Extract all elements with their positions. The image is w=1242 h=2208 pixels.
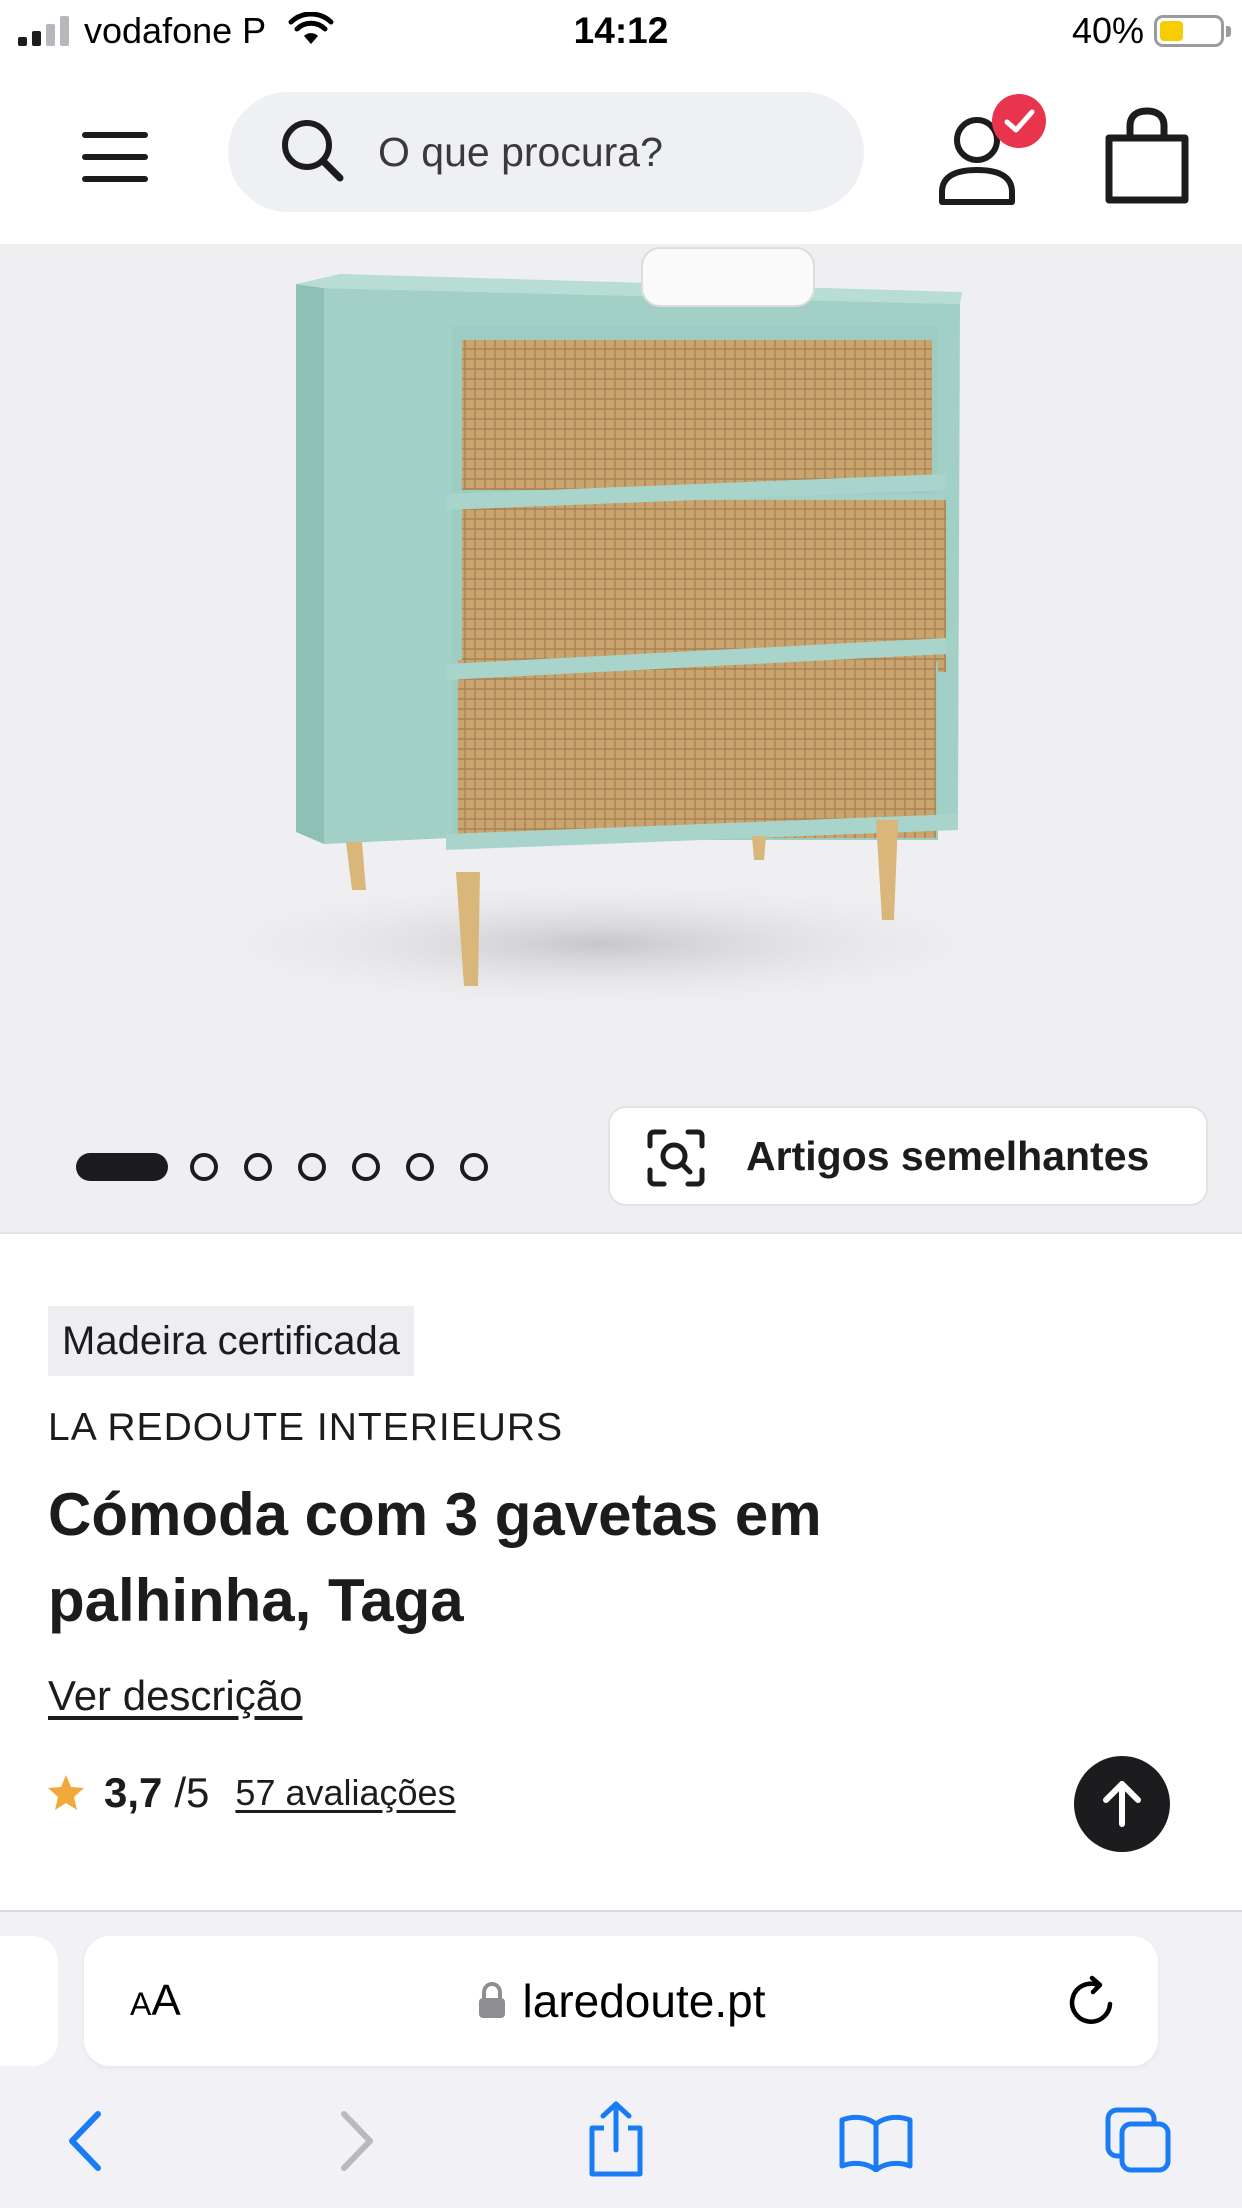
forward-icon[interactable] bbox=[334, 2108, 378, 2174]
rating-value: 3,7 bbox=[104, 1769, 163, 1816]
product-brand[interactable]: LA REDOUTE INTERIEURS bbox=[48, 1406, 563, 1450]
similar-items-button[interactable]: Artigos semelhantes bbox=[608, 1106, 1208, 1206]
account-button[interactable] bbox=[932, 94, 1052, 214]
pager-dot[interactable] bbox=[190, 1153, 218, 1181]
view-description-link[interactable]: Ver descrição bbox=[48, 1672, 302, 1720]
tabs-icon[interactable] bbox=[1104, 2106, 1174, 2176]
hamburger-menu-icon[interactable] bbox=[82, 132, 154, 182]
pager-dot[interactable] bbox=[244, 1153, 272, 1181]
product-title: Cómoda com 3 gavetas em palhinha, Taga bbox=[48, 1481, 822, 1634]
product-image-gallery[interactable]: Artigos semelhantes bbox=[0, 244, 1242, 1234]
battery-percentage: 40% bbox=[1071, 10, 1144, 51]
arrow-up-icon bbox=[1103, 1781, 1141, 1827]
browser-bar: AA laredoute.pt bbox=[0, 1912, 1242, 2208]
divider bbox=[0, 1232, 1242, 1234]
certified-wood-badge: Madeira certificada bbox=[48, 1306, 414, 1376]
account-status-badge bbox=[992, 94, 1046, 148]
rating-max: /5 bbox=[174, 1769, 210, 1816]
product-image[interactable] bbox=[0, 244, 1242, 1234]
shopping-bag-button[interactable] bbox=[1104, 106, 1190, 206]
product-rating: 3,7 /5 57 avaliações bbox=[46, 1768, 456, 1818]
star-icon bbox=[48, 1775, 84, 1810]
url-text: laredoute.pt bbox=[522, 1975, 766, 2027]
search-placeholder: O que procura? bbox=[378, 129, 663, 175]
address-bar[interactable]: AA laredoute.pt bbox=[84, 1936, 1158, 2066]
battery-icon bbox=[1154, 15, 1231, 47]
search-icon bbox=[282, 120, 344, 182]
pager-dot[interactable] bbox=[298, 1153, 326, 1181]
back-icon[interactable] bbox=[64, 2108, 108, 2174]
share-icon[interactable] bbox=[584, 2100, 648, 2180]
status-bar: vodafone P 14:12 40% bbox=[0, 0, 1242, 64]
site-header: O que procura? bbox=[0, 64, 1242, 244]
scroll-to-top-button[interactable] bbox=[1074, 1756, 1170, 1852]
lock-icon bbox=[478, 1982, 505, 2018]
reload-icon[interactable] bbox=[1066, 1974, 1118, 2028]
checkmark-icon bbox=[1004, 109, 1035, 133]
search-input[interactable]: O que procura? bbox=[228, 92, 864, 212]
pager-dot[interactable] bbox=[406, 1153, 434, 1181]
reviews-link[interactable]: 57 avaliações bbox=[235, 1772, 455, 1814]
similar-items-label: Artigos semelhantes bbox=[746, 1133, 1150, 1179]
pager-dot-active[interactable] bbox=[76, 1153, 168, 1181]
bookmarks-icon[interactable] bbox=[838, 2112, 914, 2172]
browser-toolbar bbox=[0, 2094, 1242, 2194]
pager-dot[interactable] bbox=[352, 1153, 380, 1181]
shopping-bag-icon bbox=[1105, 107, 1189, 204]
visual-search-icon bbox=[647, 1129, 705, 1187]
previous-tab-preview[interactable] bbox=[0, 1936, 58, 2066]
url-display[interactable]: laredoute.pt bbox=[84, 1936, 1158, 2066]
pager-dot[interactable] bbox=[460, 1153, 488, 1181]
status-clock: 14:12 bbox=[573, 10, 669, 51]
